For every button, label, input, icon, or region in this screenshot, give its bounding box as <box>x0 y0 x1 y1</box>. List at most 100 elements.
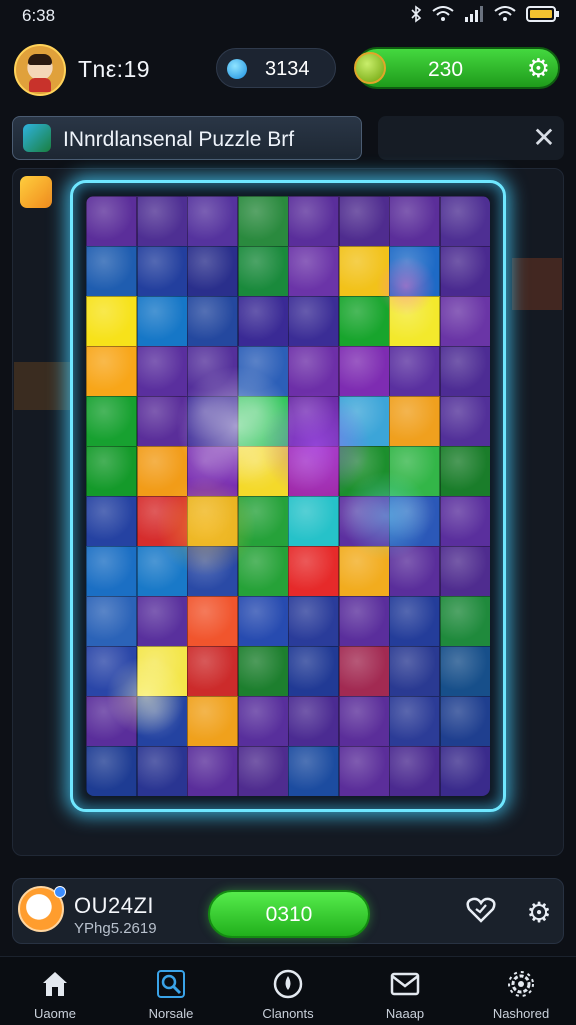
puzzle-piece[interactable] <box>338 346 390 397</box>
puzzle-piece[interactable] <box>187 746 238 796</box>
puzzle-piece[interactable] <box>439 446 490 497</box>
nav-item-mail[interactable]: Naaap <box>360 962 450 1022</box>
puzzle-piece[interactable] <box>338 596 390 647</box>
puzzle-piece[interactable] <box>389 546 440 597</box>
puzzle-piece[interactable] <box>288 596 339 647</box>
puzzle-piece[interactable] <box>187 696 238 747</box>
puzzle-piece[interactable] <box>237 246 289 297</box>
puzzle-piece[interactable] <box>288 746 339 796</box>
puzzle-piece[interactable] <box>338 646 390 697</box>
puzzle-piece[interactable] <box>237 746 289 796</box>
puzzle-piece[interactable] <box>338 746 390 796</box>
puzzle-piece[interactable] <box>136 646 188 697</box>
player-avatar[interactable] <box>14 44 66 96</box>
puzzle-piece[interactable] <box>86 496 137 547</box>
opponent-avatar[interactable] <box>18 886 66 932</box>
score-button[interactable]: 0310 <box>208 890 370 938</box>
puzzle-piece[interactable] <box>288 496 339 547</box>
puzzle-piece[interactable] <box>86 646 137 697</box>
puzzle-piece[interactable] <box>136 496 188 547</box>
puzzle-piece[interactable] <box>338 446 390 497</box>
hint-tile-icon[interactable] <box>20 176 52 208</box>
puzzle-piece[interactable] <box>288 246 339 297</box>
puzzle-piece[interactable] <box>86 196 137 247</box>
puzzle-piece[interactable] <box>338 246 390 297</box>
puzzle-piece[interactable] <box>389 396 440 447</box>
puzzle-piece[interactable] <box>389 196 440 247</box>
puzzle-piece[interactable] <box>439 346 490 397</box>
puzzle-piece[interactable] <box>187 396 238 447</box>
puzzle-piece[interactable] <box>187 246 238 297</box>
puzzle-piece[interactable] <box>187 446 238 497</box>
puzzle-piece[interactable] <box>237 546 289 597</box>
puzzle-piece[interactable] <box>86 746 137 796</box>
puzzle-piece[interactable] <box>439 746 490 796</box>
gear-icon[interactable]: ⚙ <box>527 54 550 82</box>
puzzle-piece[interactable] <box>389 496 440 547</box>
puzzle-piece[interactable] <box>439 246 490 297</box>
puzzle-piece[interactable] <box>136 546 188 597</box>
puzzle-piece[interactable] <box>187 196 238 247</box>
puzzle-piece[interactable] <box>136 296 188 347</box>
puzzle-piece[interactable] <box>389 346 440 397</box>
settings-button[interactable]: ⚙ <box>522 896 556 930</box>
puzzle-piece[interactable] <box>136 746 188 796</box>
puzzle-piece[interactable] <box>136 696 188 747</box>
puzzle-piece[interactable] <box>389 696 440 747</box>
puzzle-piece[interactable] <box>389 246 440 297</box>
puzzle-piece[interactable] <box>187 546 238 597</box>
puzzle-piece[interactable] <box>439 546 490 597</box>
puzzle-piece[interactable] <box>288 396 339 447</box>
puzzle-piece[interactable] <box>288 296 339 347</box>
puzzle-piece[interactable] <box>86 596 137 647</box>
puzzle-piece[interactable] <box>86 696 137 747</box>
puzzle-piece[interactable] <box>338 296 390 347</box>
puzzle-piece[interactable] <box>136 446 188 497</box>
puzzle-piece[interactable] <box>338 196 390 247</box>
puzzle-piece[interactable] <box>237 646 289 697</box>
heart-button[interactable] <box>464 896 498 930</box>
puzzle-piece[interactable] <box>86 396 137 447</box>
coin-counter[interactable]: 230 ⚙ <box>354 47 560 89</box>
puzzle-piece[interactable] <box>439 596 490 647</box>
puzzle-piece[interactable] <box>288 696 339 747</box>
puzzle-piece[interactable] <box>187 346 238 397</box>
puzzle-piece[interactable] <box>237 496 289 547</box>
puzzle-piece[interactable] <box>288 196 339 247</box>
puzzle-piece[interactable] <box>136 396 188 447</box>
puzzle-piece[interactable] <box>338 546 390 597</box>
puzzle-piece[interactable] <box>389 646 440 697</box>
puzzle-piece[interactable] <box>338 396 390 447</box>
puzzle-piece[interactable] <box>187 646 238 697</box>
puzzle-piece[interactable] <box>389 746 440 796</box>
puzzle-piece[interactable] <box>288 446 339 497</box>
puzzle-piece[interactable] <box>389 296 440 347</box>
puzzle-piece[interactable] <box>389 446 440 497</box>
puzzle-piece[interactable] <box>439 496 490 547</box>
puzzle-piece[interactable] <box>136 346 188 397</box>
puzzle-piece[interactable] <box>439 296 490 347</box>
puzzle-piece[interactable] <box>187 596 238 647</box>
puzzle-piece[interactable] <box>136 596 188 647</box>
puzzle-piece[interactable] <box>338 696 390 747</box>
puzzle-piece[interactable] <box>86 346 137 397</box>
puzzle-piece[interactable] <box>237 446 289 497</box>
puzzle-piece[interactable] <box>237 696 289 747</box>
puzzle-piece[interactable] <box>338 496 390 547</box>
puzzle-piece[interactable] <box>288 646 339 697</box>
nav-item-home[interactable]: Uaome <box>10 962 100 1022</box>
puzzle-piece[interactable] <box>288 346 339 397</box>
puzzle-piece[interactable] <box>187 296 238 347</box>
puzzle-grid[interactable] <box>86 196 490 796</box>
puzzle-piece[interactable] <box>237 346 289 397</box>
puzzle-piece[interactable] <box>439 646 490 697</box>
puzzle-piece[interactable] <box>86 296 137 347</box>
puzzle-piece[interactable] <box>439 196 490 247</box>
puzzle-piece[interactable] <box>237 196 289 247</box>
puzzle-piece[interactable] <box>237 296 289 347</box>
puzzle-piece[interactable] <box>389 596 440 647</box>
puzzle-piece[interactable] <box>237 596 289 647</box>
nav-item-search[interactable]: Norsale <box>126 962 216 1022</box>
puzzle-piece[interactable] <box>439 396 490 447</box>
puzzle-piece[interactable] <box>187 496 238 547</box>
